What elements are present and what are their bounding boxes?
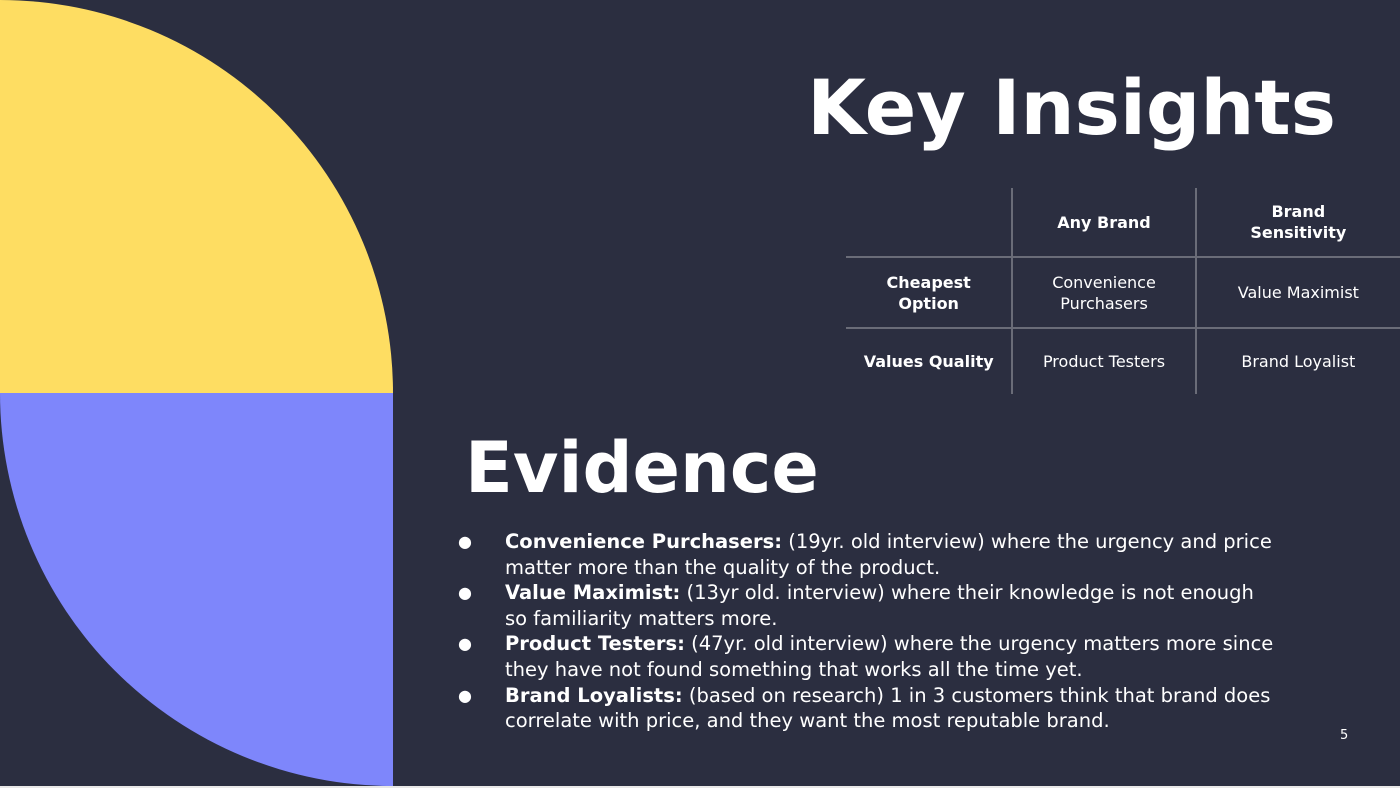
slide: Key Insights Any Brand Brand Sensitivity… [0, 0, 1400, 788]
list-item: ● Value Maximist: (13yr old. interview) … [458, 580, 1278, 631]
matrix-cell: Value Maximist [1195, 257, 1400, 329]
list-item: ● Product Testers: (47yr. old interview)… [458, 631, 1278, 682]
page-number: 5 [1340, 728, 1349, 743]
evidence-term: Value Maximist: [505, 581, 681, 605]
matrix-header-row: Any Brand Brand Sensitivity [846, 188, 1400, 258]
list-item: ● Brand Loyalists: (based on research) 1… [458, 683, 1278, 734]
bullet-icon: ● [458, 583, 472, 603]
evidence-term: Product Testers: [505, 632, 685, 656]
evidence-term: Convenience Purchasers: [505, 530, 783, 553]
matrix-cell: Convenience Purchasers [1012, 257, 1197, 329]
bullet-icon: ● [458, 685, 472, 705]
list-item: ● Convenience Purchasers: (19yr. old int… [458, 529, 1278, 580]
matrix-corner-cell [846, 188, 1014, 258]
matrix-row-header: Values Quality [846, 328, 1014, 394]
bullet-icon: ● [458, 532, 472, 551]
matrix-cell: Product Testers [1012, 328, 1197, 394]
bullet-icon: ● [458, 634, 472, 654]
matrix-col-header-brand-sensitivity: Brand Sensitivity [1195, 188, 1400, 258]
evidence-term: Brand Loyalists: [505, 683, 683, 707]
evidence-heading: Evidence [465, 427, 819, 509]
slide-title: Key Insights [807, 63, 1336, 152]
evidence-list: ● Convenience Purchasers: (19yr. old int… [458, 529, 1278, 734]
matrix-row-cheapest-option: Cheapest Option Convenience Purchasers V… [846, 257, 1400, 329]
matrix-row-header: Cheapest Option [846, 257, 1014, 329]
yellow-quarter-circle-shape [0, 0, 393, 393]
purple-quarter-circle-shape [0, 393, 393, 786]
insights-matrix: Any Brand Brand Sensitivity Cheapest Opt… [846, 188, 1400, 394]
matrix-cell: Brand Loyalist [1241, 352, 1356, 371]
matrix-row-values-quality: Values Quality Product Testers Brand Loy… [846, 328, 1400, 394]
matrix-col-header-any-brand: Any Brand [1012, 188, 1197, 258]
